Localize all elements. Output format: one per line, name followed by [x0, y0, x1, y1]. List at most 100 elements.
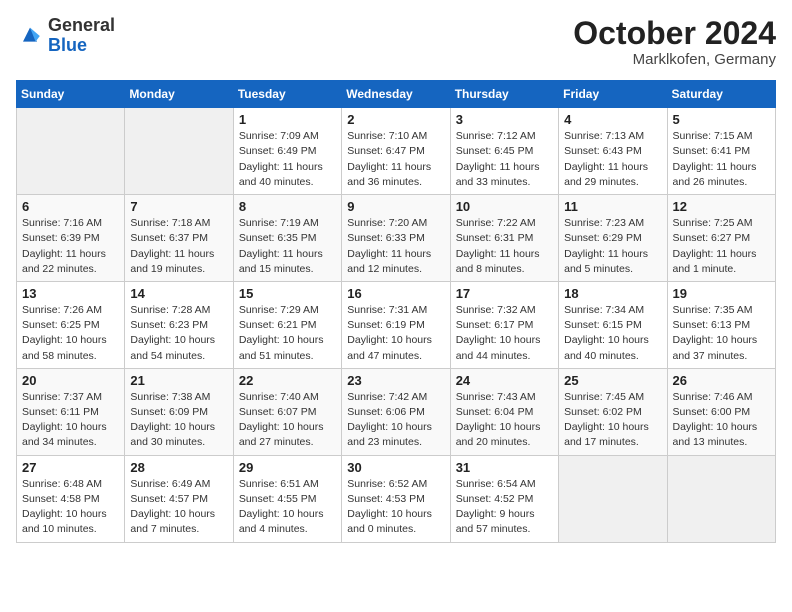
calendar-cell: 17 Sunrise: 7:32 AM Sunset: 6:17 PM Dayli…	[450, 281, 558, 368]
day-number: 10	[456, 199, 553, 214]
calendar-cell: 24 Sunrise: 7:43 AM Sunset: 6:04 PM Dayli…	[450, 368, 558, 455]
day-info: Sunrise: 6:51 AM Sunset: 4:55 PM Dayligh…	[239, 477, 336, 538]
day-info: Sunrise: 7:35 AM Sunset: 6:13 PM Dayligh…	[673, 303, 770, 364]
day-number: 23	[347, 373, 444, 388]
day-number: 22	[239, 373, 336, 388]
day-info: Sunrise: 7:32 AM Sunset: 6:17 PM Dayligh…	[456, 303, 553, 364]
day-info: Sunrise: 6:54 AM Sunset: 4:52 PM Dayligh…	[456, 477, 553, 538]
calendar-cell: 13 Sunrise: 7:26 AM Sunset: 6:25 PM Dayli…	[17, 281, 125, 368]
day-info: Sunrise: 7:12 AM Sunset: 6:45 PM Dayligh…	[456, 129, 553, 190]
calendar-cell: 18 Sunrise: 7:34 AM Sunset: 6:15 PM Dayli…	[559, 281, 667, 368]
day-info: Sunrise: 7:34 AM Sunset: 6:15 PM Dayligh…	[564, 303, 661, 364]
day-info: Sunrise: 7:45 AM Sunset: 6:02 PM Dayligh…	[564, 390, 661, 451]
day-info: Sunrise: 7:28 AM Sunset: 6:23 PM Dayligh…	[130, 303, 227, 364]
day-number: 3	[456, 112, 553, 127]
day-info: Sunrise: 7:25 AM Sunset: 6:27 PM Dayligh…	[673, 216, 770, 277]
day-number: 16	[347, 286, 444, 301]
day-number: 24	[456, 373, 553, 388]
calendar-cell	[559, 455, 667, 542]
calendar-cell: 20 Sunrise: 7:37 AM Sunset: 6:11 PM Dayli…	[17, 368, 125, 455]
calendar-cell: 22Sunrise: 7:40 AM Sunset: 6:07 PM Dayli…	[233, 368, 341, 455]
calendar-cell: 16 Sunrise: 7:31 AM Sunset: 6:19 PM Dayli…	[342, 281, 450, 368]
title-block: October 2024 Marklkofen, Germany	[573, 16, 776, 68]
weekday-header-wednesday: Wednesday	[342, 81, 450, 108]
weekday-header-sunday: Sunday	[17, 81, 125, 108]
calendar-table: SundayMondayTuesdayWednesdayThursdayFrid…	[16, 80, 776, 542]
day-number: 31	[456, 460, 553, 475]
day-number: 11	[564, 199, 661, 214]
day-info: Sunrise: 7:13 AM Sunset: 6:43 PM Dayligh…	[564, 129, 661, 190]
day-info: Sunrise: 7:22 AM Sunset: 6:31 PM Dayligh…	[456, 216, 553, 277]
day-info: Sunrise: 7:10 AM Sunset: 6:47 PM Dayligh…	[347, 129, 444, 190]
calendar-header: SundayMondayTuesdayWednesdayThursdayFrid…	[17, 81, 776, 108]
calendar-cell: 25Sunrise: 7:45 AM Sunset: 6:02 PM Dayli…	[559, 368, 667, 455]
calendar-cell: 19 Sunrise: 7:35 AM Sunset: 6:13 PM Dayli…	[667, 281, 775, 368]
day-info: Sunrise: 6:49 AM Sunset: 4:57 PM Dayligh…	[130, 477, 227, 538]
calendar-cell: 23 Sunrise: 7:42 AM Sunset: 6:06 PM Dayli…	[342, 368, 450, 455]
day-number: 5	[673, 112, 770, 127]
day-number: 12	[673, 199, 770, 214]
logo-general: General	[48, 15, 115, 35]
day-number: 20	[22, 373, 119, 388]
logo: General Blue	[16, 16, 115, 56]
calendar-cell: 6 Sunrise: 7:16 AM Sunset: 6:39 PM Daylig…	[17, 195, 125, 282]
day-info: Sunrise: 7:15 AM Sunset: 6:41 PM Dayligh…	[673, 129, 770, 190]
day-info: Sunrise: 7:37 AM Sunset: 6:11 PM Dayligh…	[22, 390, 119, 451]
calendar-week-row: 6 Sunrise: 7:16 AM Sunset: 6:39 PM Daylig…	[17, 195, 776, 282]
day-number: 21	[130, 373, 227, 388]
calendar-cell: 31 Sunrise: 6:54 AM Sunset: 4:52 PM Dayli…	[450, 455, 558, 542]
logo-text: General Blue	[48, 16, 115, 56]
day-number: 17	[456, 286, 553, 301]
day-number: 29	[239, 460, 336, 475]
day-info: Sunrise: 7:23 AM Sunset: 6:29 PM Dayligh…	[564, 216, 661, 277]
day-info: Sunrise: 7:20 AM Sunset: 6:33 PM Dayligh…	[347, 216, 444, 277]
calendar-cell	[17, 108, 125, 195]
calendar-cell: 9Sunrise: 7:20 AM Sunset: 6:33 PM Daylig…	[342, 195, 450, 282]
day-number: 26	[673, 373, 770, 388]
calendar-cell: 1Sunrise: 7:09 AM Sunset: 6:49 PM Daylig…	[233, 108, 341, 195]
calendar-cell: 7Sunrise: 7:18 AM Sunset: 6:37 PM Daylig…	[125, 195, 233, 282]
calendar-cell: 14 Sunrise: 7:28 AM Sunset: 6:23 PM Dayli…	[125, 281, 233, 368]
weekday-header-monday: Monday	[125, 81, 233, 108]
calendar-cell: 8 Sunrise: 7:19 AM Sunset: 6:35 PM Daylig…	[233, 195, 341, 282]
day-number: 14	[130, 286, 227, 301]
day-info: Sunrise: 7:42 AM Sunset: 6:06 PM Dayligh…	[347, 390, 444, 451]
calendar-cell: 26 Sunrise: 7:46 AM Sunset: 6:00 PM Dayli…	[667, 368, 775, 455]
day-number: 27	[22, 460, 119, 475]
day-number: 6	[22, 199, 119, 214]
day-info: Sunrise: 7:09 AM Sunset: 6:49 PM Dayligh…	[239, 129, 336, 190]
calendar-cell: 30Sunrise: 6:52 AM Sunset: 4:53 PM Dayli…	[342, 455, 450, 542]
calendar-week-row: 27Sunrise: 6:48 AM Sunset: 4:58 PM Dayli…	[17, 455, 776, 542]
day-number: 4	[564, 112, 661, 127]
day-number: 18	[564, 286, 661, 301]
day-number: 15	[239, 286, 336, 301]
day-info: Sunrise: 7:16 AM Sunset: 6:39 PM Dayligh…	[22, 216, 119, 277]
weekday-header-tuesday: Tuesday	[233, 81, 341, 108]
day-info: Sunrise: 7:38 AM Sunset: 6:09 PM Dayligh…	[130, 390, 227, 451]
day-number: 2	[347, 112, 444, 127]
calendar-body: 1Sunrise: 7:09 AM Sunset: 6:49 PM Daylig…	[17, 108, 776, 542]
calendar-week-row: 13 Sunrise: 7:26 AM Sunset: 6:25 PM Dayli…	[17, 281, 776, 368]
day-info: Sunrise: 7:19 AM Sunset: 6:35 PM Dayligh…	[239, 216, 336, 277]
day-number: 19	[673, 286, 770, 301]
calendar-cell: 29 Sunrise: 6:51 AM Sunset: 4:55 PM Dayli…	[233, 455, 341, 542]
calendar-cell: 5 Sunrise: 7:15 AM Sunset: 6:41 PM Daylig…	[667, 108, 775, 195]
calendar-cell: 4 Sunrise: 7:13 AM Sunset: 6:43 PM Daylig…	[559, 108, 667, 195]
logo-blue: Blue	[48, 35, 87, 55]
day-info: Sunrise: 7:43 AM Sunset: 6:04 PM Dayligh…	[456, 390, 553, 451]
weekday-header-saturday: Saturday	[667, 81, 775, 108]
calendar-cell: 3 Sunrise: 7:12 AM Sunset: 6:45 PM Daylig…	[450, 108, 558, 195]
calendar-cell: 11 Sunrise: 7:23 AM Sunset: 6:29 PM Dayli…	[559, 195, 667, 282]
day-number: 8	[239, 199, 336, 214]
day-number: 13	[22, 286, 119, 301]
calendar-cell: 27Sunrise: 6:48 AM Sunset: 4:58 PM Dayli…	[17, 455, 125, 542]
day-info: Sunrise: 7:46 AM Sunset: 6:00 PM Dayligh…	[673, 390, 770, 451]
calendar-week-row: 1Sunrise: 7:09 AM Sunset: 6:49 PM Daylig…	[17, 108, 776, 195]
day-info: Sunrise: 7:26 AM Sunset: 6:25 PM Dayligh…	[22, 303, 119, 364]
weekday-header-thursday: Thursday	[450, 81, 558, 108]
weekday-header-row: SundayMondayTuesdayWednesdayThursdayFrid…	[17, 81, 776, 108]
day-number: 28	[130, 460, 227, 475]
day-info: Sunrise: 7:31 AM Sunset: 6:19 PM Dayligh…	[347, 303, 444, 364]
logo-icon	[16, 22, 44, 50]
page-header: General Blue October 2024 Marklkofen, Ge…	[16, 16, 776, 68]
